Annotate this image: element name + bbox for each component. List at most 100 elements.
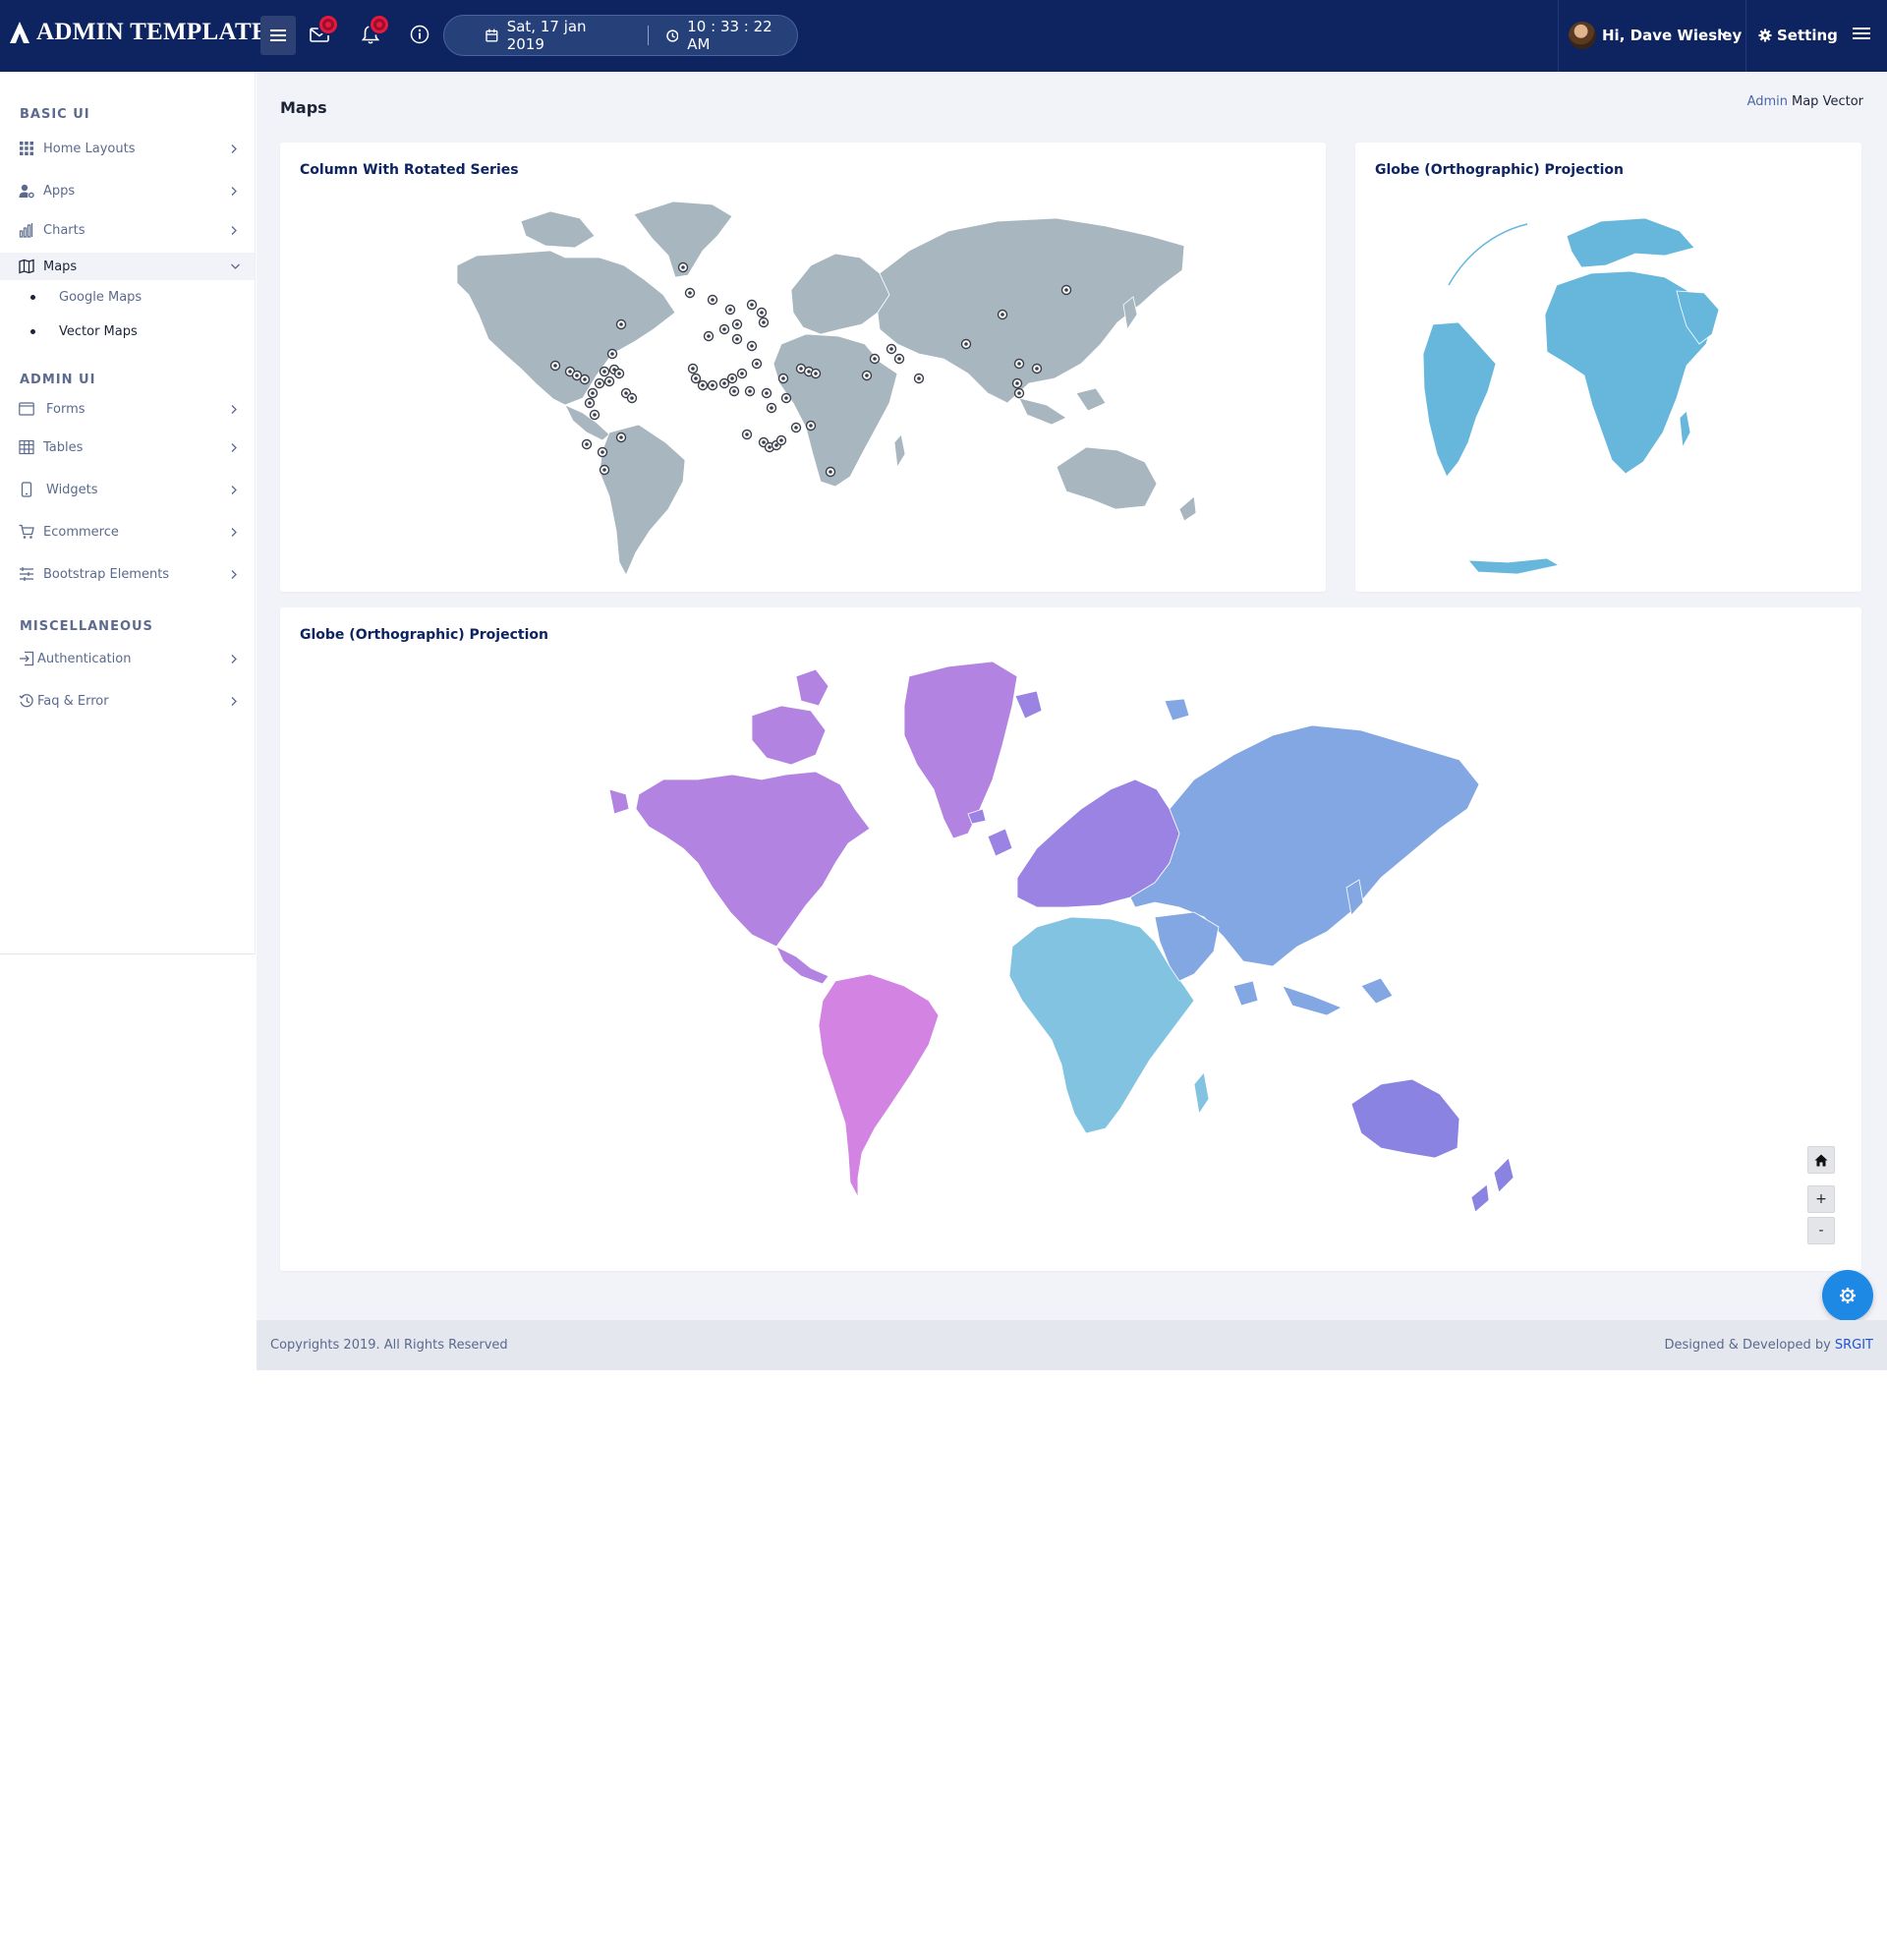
city-marker[interactable] <box>728 385 740 397</box>
zoom-out-button[interactable]: - <box>1807 1217 1835 1244</box>
city-marker[interactable] <box>746 340 758 352</box>
north-america-region[interactable] <box>456 250 676 406</box>
city-marker[interactable] <box>726 373 738 384</box>
floating-settings-button[interactable] <box>1822 1270 1873 1321</box>
avatar[interactable] <box>1569 22 1596 49</box>
sidebar-item-tables[interactable]: Tables <box>0 432 255 462</box>
city-marker[interactable] <box>1013 358 1025 370</box>
brand-logo[interactable]: ADMIN TEMPLATE <box>9 19 268 46</box>
breadcrumb-link-admin[interactable]: Admin <box>1747 94 1788 109</box>
sidebar-item-charts[interactable]: Charts <box>0 215 255 245</box>
city-marker[interactable] <box>780 392 792 404</box>
greenland-region[interactable] <box>903 662 1018 839</box>
city-marker[interactable] <box>731 318 743 330</box>
notifications-button[interactable] <box>358 14 390 47</box>
sidebar-item-authentication[interactable]: Authentication <box>0 644 255 673</box>
city-marker[interactable] <box>687 363 699 375</box>
globe-map[interactable] <box>1419 197 1793 580</box>
city-marker[interactable] <box>775 434 787 446</box>
australia-region[interactable] <box>1056 446 1158 510</box>
sidebar-item-home-layouts[interactable]: Home Layouts <box>0 134 255 163</box>
city-marker[interactable] <box>861 370 873 381</box>
city-marker[interactable] <box>805 420 817 432</box>
menu-toggle-button[interactable] <box>260 16 296 55</box>
city-marker[interactable] <box>718 323 730 335</box>
city-marker[interactable] <box>690 373 702 384</box>
city-marker[interactable] <box>584 397 596 409</box>
sidebar-subitem-google-maps[interactable]: Google Maps <box>0 286 255 310</box>
sidebar-item-bootstrap-elements[interactable]: Bootstrap Elements <box>0 559 255 589</box>
footer-brand-link[interactable]: SRGIT <box>1835 1338 1873 1353</box>
sidebar-item-widgets[interactable]: Widgets <box>0 475 255 504</box>
city-marker[interactable] <box>677 261 689 273</box>
city-marker[interactable] <box>615 432 627 443</box>
city-marker[interactable] <box>589 409 600 421</box>
city-marker[interactable] <box>893 353 905 365</box>
city-marker[interactable] <box>736 368 748 379</box>
city-marker[interactable] <box>758 317 770 328</box>
mail-button[interactable] <box>307 14 339 47</box>
city-marker[interactable] <box>613 368 625 379</box>
world-map-colored[interactable] <box>604 662 1528 1266</box>
sidebar-item-maps[interactable]: Maps <box>0 253 255 280</box>
city-marker[interactable] <box>751 358 763 370</box>
sidebar-item-faq-error[interactable]: Faq & Error <box>0 686 255 716</box>
city-marker[interactable] <box>626 392 638 404</box>
city-marker[interactable] <box>684 287 696 299</box>
city-marker[interactable] <box>810 368 822 379</box>
city-marker[interactable] <box>579 374 591 385</box>
city-marker[interactable] <box>913 373 925 384</box>
city-marker[interactable] <box>886 343 897 355</box>
city-marker[interactable] <box>766 402 777 414</box>
city-marker[interactable] <box>615 318 627 330</box>
sidebar-item-apps[interactable]: Apps <box>0 176 255 205</box>
city-marker[interactable] <box>603 375 615 387</box>
city-marker[interactable] <box>707 294 718 306</box>
city-marker[interactable] <box>606 348 618 360</box>
city-marker[interactable] <box>997 309 1008 320</box>
sidebar-item-forms[interactable]: Forms <box>0 394 255 424</box>
sidebar-item-ecommerce[interactable]: Ecommerce <box>0 517 255 547</box>
sidebar-subitem-vector-maps[interactable]: Vector Maps <box>0 320 255 344</box>
city-marker[interactable] <box>1031 363 1043 375</box>
city-marker[interactable] <box>599 464 610 476</box>
city-marker[interactable] <box>825 466 836 478</box>
city-marker[interactable] <box>731 333 743 345</box>
north-america-region[interactable] <box>635 771 871 948</box>
south-america-region[interactable] <box>818 973 940 1198</box>
city-marker[interactable] <box>869 353 881 365</box>
europe-region[interactable] <box>790 253 890 335</box>
city-marker[interactable] <box>777 373 789 384</box>
city-marker[interactable] <box>790 422 802 433</box>
city-marker[interactable] <box>1060 284 1072 296</box>
city-marker[interactable] <box>744 385 756 397</box>
city-marker[interactable] <box>594 377 605 389</box>
map-home-button[interactable] <box>1807 1146 1835 1174</box>
city-marker[interactable] <box>724 304 736 316</box>
city-marker[interactable] <box>746 299 758 311</box>
settings-button[interactable]: Setting <box>1758 27 1838 44</box>
south-america-region[interactable] <box>599 424 686 576</box>
hamburger-icon[interactable] <box>1853 27 1870 40</box>
city-marker[interactable] <box>581 438 593 450</box>
city-marker[interactable] <box>697 379 709 391</box>
city-marker[interactable] <box>960 338 972 350</box>
city-marker[interactable] <box>707 379 718 391</box>
australia-region[interactable] <box>1350 1078 1460 1159</box>
city-marker[interactable] <box>1011 377 1023 389</box>
city-marker[interactable] <box>587 387 599 399</box>
city-marker[interactable] <box>1013 387 1025 399</box>
zoom-in-button[interactable]: + <box>1807 1185 1835 1213</box>
globe-antarctica[interactable] <box>1467 557 1561 575</box>
world-map-gray[interactable] <box>418 197 1204 580</box>
city-marker[interactable] <box>761 387 772 399</box>
asia-region[interactable] <box>877 217 1185 404</box>
chevron-down-icon[interactable] <box>1718 29 1728 37</box>
info-button[interactable] <box>407 22 432 47</box>
city-marker[interactable] <box>549 360 561 372</box>
city-marker[interactable] <box>597 446 608 458</box>
city-marker[interactable] <box>756 307 768 318</box>
city-marker[interactable] <box>599 366 610 377</box>
city-marker[interactable] <box>703 330 715 342</box>
city-marker[interactable] <box>741 429 753 440</box>
